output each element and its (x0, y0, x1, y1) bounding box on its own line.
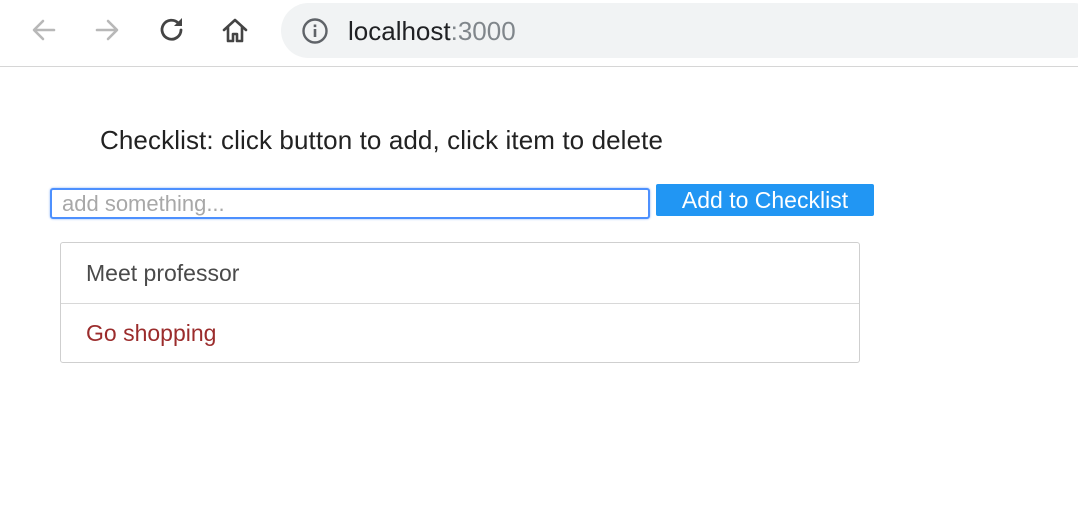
add-item-input[interactable] (50, 188, 650, 219)
address-bar[interactable]: localhost:3000 (281, 3, 1078, 58)
url-text[interactable]: localhost:3000 (348, 16, 516, 46)
checklist: Meet professor Go shopping (60, 242, 860, 363)
checklist-item[interactable]: Meet professor (61, 243, 859, 303)
reload-icon (160, 18, 183, 41)
reload-button[interactable] (156, 14, 188, 46)
home-icon (222, 18, 248, 43)
back-button[interactable] (28, 14, 60, 46)
forward-button[interactable] (91, 14, 123, 46)
browser-toolbar: localhost:3000 (0, 0, 1078, 67)
page-title: Checklist: click button to add, click it… (100, 125, 664, 155)
info-icon[interactable] (301, 17, 329, 45)
checklist-item[interactable]: Go shopping (61, 303, 859, 362)
add-to-checklist-button[interactable]: Add to Checklist (656, 184, 874, 216)
arrow-right-icon (95, 19, 119, 41)
url-host: localhost (348, 16, 451, 46)
url-port: :3000 (450, 16, 516, 46)
home-button[interactable] (219, 14, 251, 46)
arrow-left-icon (32, 19, 56, 41)
